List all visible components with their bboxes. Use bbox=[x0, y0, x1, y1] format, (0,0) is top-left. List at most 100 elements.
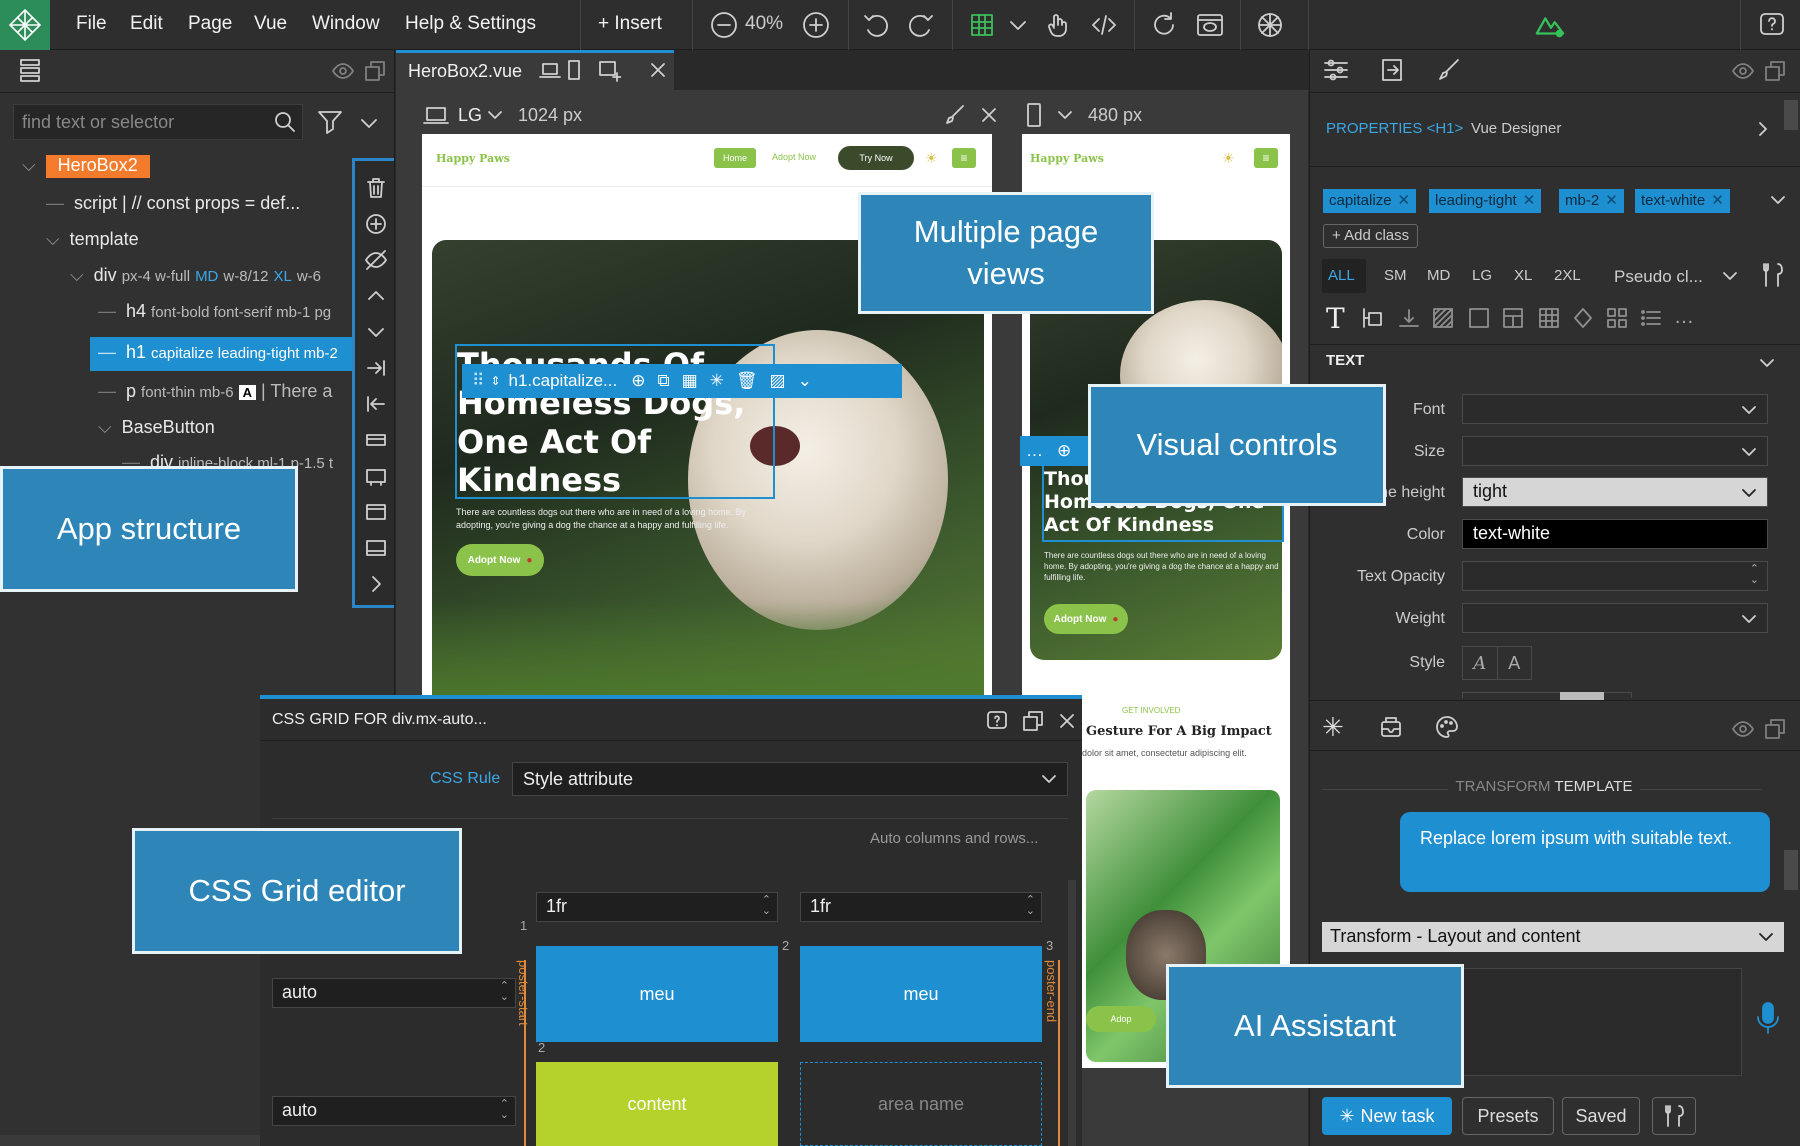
tree-node-div[interactable]: ⌵ div px-4 w-full MD w-8/12 XL w-6 bbox=[70, 265, 352, 299]
properties-tab-icon[interactable] bbox=[1320, 54, 1352, 86]
chevron-down-icon[interactable] bbox=[356, 110, 382, 136]
inbox-tab-icon[interactable] bbox=[1376, 712, 1406, 742]
mobile-icon[interactable] bbox=[562, 58, 586, 82]
tree-node-script[interactable]: — script | // const props = def... bbox=[46, 193, 346, 227]
resize-arrows-icon[interactable]: ⇕ bbox=[490, 374, 500, 388]
menu-page[interactable]: Page bbox=[188, 13, 232, 35]
remove-class-icon[interactable]: ✕ bbox=[1711, 192, 1724, 209]
menu-vue[interactable]: Vue bbox=[254, 13, 287, 35]
hand-pointer-icon[interactable] bbox=[1042, 9, 1074, 41]
app-logo[interactable] bbox=[0, 0, 50, 50]
class-pill-text-white[interactable]: text-white ✕ bbox=[1635, 189, 1730, 213]
ai-sparkle-icon[interactable]: ✳ bbox=[710, 371, 724, 391]
italic-icon[interactable]: A bbox=[1463, 647, 1497, 679]
panel-resize-handle[interactable] bbox=[1560, 692, 1604, 700]
effects-category-icon[interactable] bbox=[1570, 304, 1596, 332]
chevron-right-icon[interactable] bbox=[363, 571, 389, 597]
style-tab-icon[interactable] bbox=[1432, 54, 1464, 86]
filter-category-icon[interactable] bbox=[1604, 304, 1630, 332]
stepper-icon[interactable]: ⌃ ⌄ bbox=[500, 1099, 509, 1121]
column-1-size[interactable]: 1fr ⌃ ⌄ bbox=[536, 892, 778, 922]
menu-icon[interactable]: ≡ bbox=[952, 148, 976, 168]
microphone-icon[interactable] bbox=[1752, 1000, 1784, 1038]
layout-category-icon[interactable] bbox=[1500, 304, 1526, 332]
palette-tab-icon[interactable] bbox=[1432, 712, 1462, 742]
nav-home[interactable]: Home bbox=[714, 148, 756, 168]
viewport-lg-label[interactable]: LG bbox=[458, 105, 482, 126]
spacing-category-icon[interactable] bbox=[1360, 304, 1388, 332]
document-tab[interactable]: HeroBox2.vue bbox=[396, 50, 674, 90]
scrollbar-thumb[interactable] bbox=[1784, 100, 1798, 130]
menu-help-settings[interactable]: Help & Settings bbox=[405, 13, 536, 35]
grid-area-content[interactable]: content bbox=[536, 1062, 778, 1146]
position-category-icon[interactable] bbox=[1396, 304, 1422, 332]
tree-node-template[interactable]: ⌵ template bbox=[46, 229, 346, 263]
remove-class-icon[interactable]: ✕ bbox=[1398, 192, 1411, 209]
weight-select[interactable] bbox=[1462, 603, 1768, 633]
background-category-icon[interactable] bbox=[1430, 304, 1456, 332]
new-task-button[interactable]: ✳ New task bbox=[1322, 1097, 1452, 1135]
ai-sparkle-tab-icon[interactable]: ✳ bbox=[1322, 712, 1344, 743]
search-icon[interactable] bbox=[272, 109, 298, 135]
breakpoint-md[interactable]: MD bbox=[1427, 267, 1450, 284]
chevron-down-icon[interactable]: ⌄ bbox=[798, 371, 812, 391]
border-category-icon[interactable] bbox=[1466, 304, 1492, 332]
menu-icon[interactable]: ≡ bbox=[1254, 148, 1278, 168]
grid-category-icon[interactable] bbox=[1536, 304, 1562, 332]
tools-button[interactable] bbox=[1652, 1097, 1696, 1135]
add-element-icon[interactable] bbox=[363, 211, 389, 237]
breakpoint-xl[interactable]: XL bbox=[1514, 267, 1532, 284]
nav-try-now[interactable]: Try Now bbox=[838, 146, 914, 170]
chevron-down-icon[interactable] bbox=[1720, 266, 1740, 286]
more-icon[interactable]: … bbox=[1026, 441, 1043, 461]
remove-class-icon[interactable]: ✕ bbox=[1523, 192, 1536, 209]
laptop-icon[interactable] bbox=[538, 58, 562, 82]
chevron-down-icon[interactable] bbox=[1756, 352, 1778, 374]
outdent-icon[interactable] bbox=[363, 391, 389, 417]
menu-window[interactable]: Window bbox=[312, 13, 380, 35]
redo-icon[interactable] bbox=[905, 9, 937, 41]
nav-adopt[interactable]: Adopt Now bbox=[772, 152, 816, 162]
eye-icon[interactable] bbox=[330, 58, 356, 84]
zoom-out-icon[interactable] bbox=[708, 9, 740, 41]
stepper-icon[interactable]: ⌃ ⌄ bbox=[762, 895, 771, 917]
layout-col-icon[interactable] bbox=[363, 499, 389, 525]
breakpoint-all[interactable]: ALL bbox=[1322, 259, 1366, 293]
code-icon[interactable] bbox=[1088, 9, 1120, 41]
stepper-icon[interactable]: ⌃ ⌄ bbox=[1750, 564, 1759, 586]
refresh-icon[interactable] bbox=[1148, 9, 1180, 41]
chevron-down-icon[interactable] bbox=[1766, 188, 1790, 212]
scrollbar[interactable] bbox=[1068, 880, 1076, 1146]
adopt-now-button-sm[interactable]: Adopt Now ● bbox=[1044, 604, 1128, 634]
class-pill-capitalize[interactable]: capitalize ✕ bbox=[1323, 189, 1417, 213]
size-select[interactable] bbox=[1462, 436, 1768, 466]
zoom-in-icon[interactable] bbox=[800, 9, 832, 41]
breakpoint-2xl[interactable]: 2XL bbox=[1554, 267, 1581, 284]
insert-button[interactable]: + Insert bbox=[598, 13, 662, 35]
line-height-select[interactable]: tight bbox=[1462, 477, 1768, 507]
chevron-down-icon[interactable] bbox=[1054, 104, 1076, 126]
move-down-icon[interactable] bbox=[363, 319, 389, 345]
grid-area-meu-2[interactable]: meu bbox=[800, 946, 1042, 1042]
menu-file[interactable]: File bbox=[76, 13, 107, 35]
drag-handle-icon[interactable]: ⠿ bbox=[472, 371, 484, 391]
grid-layout-icon[interactable] bbox=[966, 9, 998, 41]
text-category-icon[interactable]: T bbox=[1326, 302, 1345, 335]
preview-icon[interactable] bbox=[1194, 9, 1226, 41]
add-view-icon[interactable] bbox=[596, 58, 622, 84]
menu-edit[interactable]: Edit bbox=[130, 13, 163, 35]
tools-icon[interactable] bbox=[1758, 260, 1788, 290]
sun-icon[interactable]: ☀ bbox=[1222, 150, 1235, 167]
close-icon[interactable] bbox=[1054, 708, 1080, 734]
grid-area-empty[interactable]: area name bbox=[800, 1062, 1042, 1146]
class-pill-leading-tight[interactable]: leading-tight ✕ bbox=[1429, 189, 1542, 213]
class-pill-mb-2[interactable]: mb-2 ✕ bbox=[1559, 189, 1624, 213]
breakpoint-sm[interactable]: SM bbox=[1384, 267, 1407, 284]
layers-icon[interactable] bbox=[15, 55, 45, 85]
chevron-down-icon[interactable] bbox=[484, 104, 506, 126]
adopt-small-button[interactable]: Adop bbox=[1086, 1006, 1156, 1032]
search-input[interactable]: find text or selector bbox=[13, 104, 303, 140]
help-icon[interactable] bbox=[1756, 9, 1788, 41]
popout-icon[interactable] bbox=[1020, 708, 1046, 734]
normal-style-icon[interactable]: A bbox=[1496, 647, 1532, 679]
